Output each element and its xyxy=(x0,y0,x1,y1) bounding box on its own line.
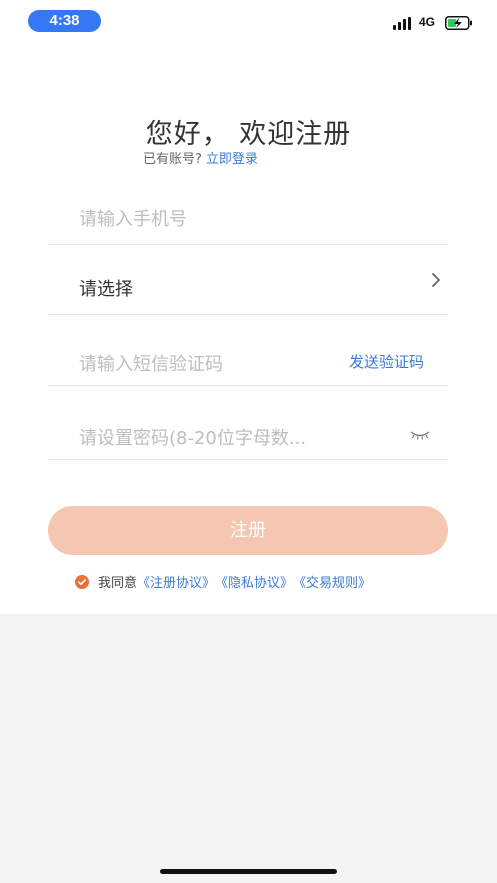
signal-icon xyxy=(393,17,413,30)
register-button[interactable]: 注册 xyxy=(48,506,448,555)
chevron-right-icon xyxy=(432,273,440,287)
registration-panel: 4:38 4G 您好， 欢迎注册 已有账号? 立即登录 请输入手机号 请选择 请输… xyxy=(0,0,497,614)
home-indicator xyxy=(160,869,337,874)
sms-code-input[interactable]: 请输入短信验证码 xyxy=(79,350,223,376)
send-code-button[interactable]: 发送验证码 xyxy=(349,351,424,372)
agreement-row: 我同意 《注册协议》 《隐私协议》 《交易规则》 xyxy=(75,572,371,591)
phone-field[interactable]: 请输入手机号 xyxy=(48,175,448,245)
checked-icon[interactable] xyxy=(75,574,89,589)
password-field[interactable]: 请设置密码(8-20位字母数... xyxy=(48,390,448,460)
has-account-text: 已有账号? xyxy=(143,152,202,167)
login-prompt: 已有账号? 立即登录 xyxy=(143,148,258,167)
page-title: 您好， 欢迎注册 xyxy=(145,119,352,150)
eye-closed-icon[interactable] xyxy=(410,430,430,440)
region-select[interactable]: 请选择 xyxy=(48,245,448,315)
password-input[interactable]: 请设置密码(8-20位字母数... xyxy=(79,424,306,450)
status-bar: 4:38 4G xyxy=(0,0,497,44)
login-link[interactable]: 立即登录 xyxy=(206,152,258,167)
privacy-protocol-link[interactable]: 《隐私协议》 xyxy=(215,572,293,591)
network-type: 4G xyxy=(419,15,436,29)
region-select-value: 请选择 xyxy=(79,279,133,300)
phone-input[interactable]: 请输入手机号 xyxy=(79,205,187,231)
register-protocol-link[interactable]: 《注册协议》 xyxy=(137,572,215,591)
status-time: 4:38 xyxy=(28,10,101,32)
trade-rules-link[interactable]: 《交易规则》 xyxy=(293,572,371,591)
agree-prefix: 我同意 xyxy=(98,576,138,591)
battery-charging-icon xyxy=(445,16,472,30)
sms-code-field[interactable]: 请输入短信验证码 发送验证码 xyxy=(48,316,448,386)
